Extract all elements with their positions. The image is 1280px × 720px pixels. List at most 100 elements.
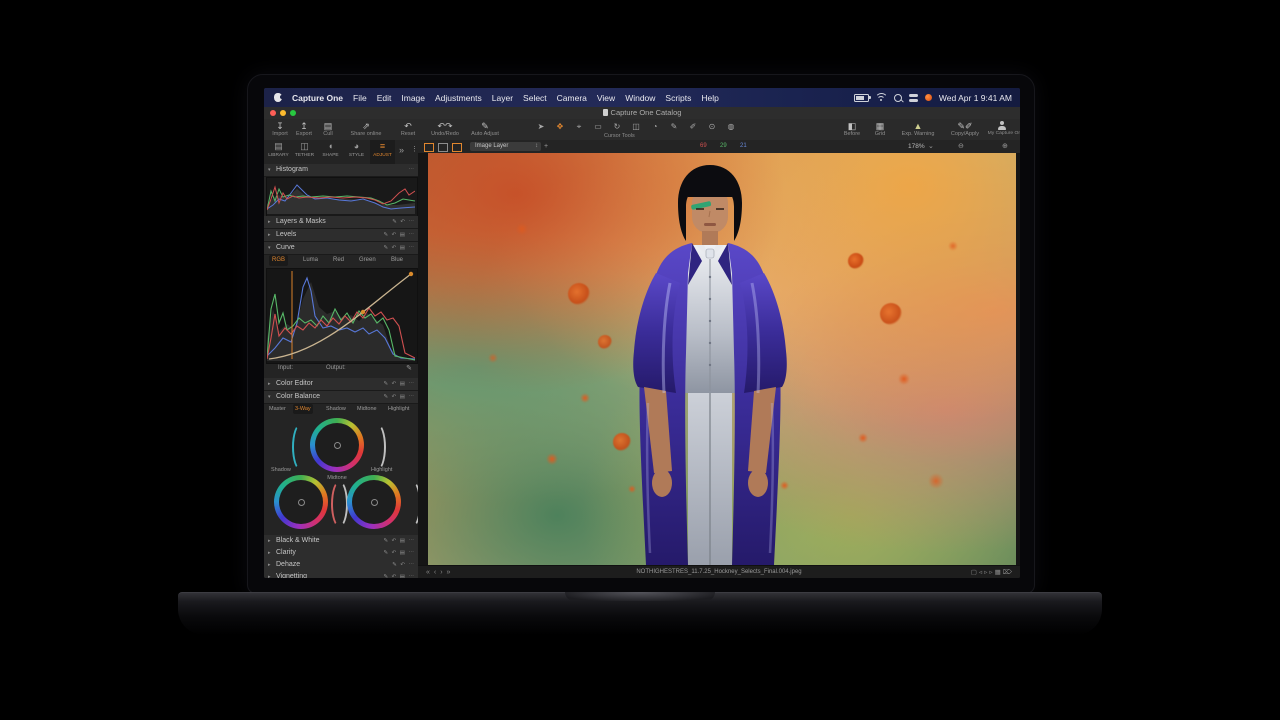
menu-item-layer[interactable]: Layer — [492, 93, 513, 103]
curve-tab-rgb[interactable]: RGB — [269, 255, 288, 266]
grid-toggle-button[interactable]: ▦ Grid — [868, 121, 892, 138]
sidebar-more-icon[interactable]: ⋮ — [411, 145, 418, 153]
panel-tool-icons[interactable]: ✎ ↶ ▤ ⋯ — [384, 547, 416, 559]
sidebar-expand-icon[interactable]: » — [399, 145, 404, 155]
cursor-tool-rotate[interactable]: ↻ — [610, 122, 624, 131]
curve-tab-blue[interactable]: Blue — [388, 255, 406, 266]
menu-item-file[interactable]: File — [353, 93, 367, 103]
zoom-level[interactable]: 178% — [908, 140, 925, 153]
cursor-tool-annotate[interactable]: ◍ — [724, 122, 738, 131]
layer-selector[interactable]: Image Layer ↕ — [470, 142, 541, 151]
export-button[interactable]: ↥ Export — [292, 121, 316, 138]
add-layer-button[interactable]: + — [544, 140, 548, 153]
curve-tab-red[interactable]: Red — [330, 255, 347, 266]
cb-tab-master[interactable]: Master — [267, 404, 288, 414]
panel-header-color-balance[interactable]: ▾ Color Balance ✎ ↶ ▤ ⋯ — [264, 391, 418, 404]
curve-tab-green[interactable]: Green — [356, 255, 379, 266]
before-toggle-button[interactable]: ◧ Before — [838, 121, 866, 138]
shadow-lightness-slider[interactable] — [264, 480, 276, 528]
curve-point-picker-icon[interactable]: ✎ — [406, 364, 412, 372]
highlight-lightness-slider[interactable] — [331, 480, 349, 528]
tab-tether[interactable]: ◫ TETHER — [292, 140, 317, 164]
apple-menu-icon[interactable] — [274, 93, 282, 102]
grid-icon: ▦ — [868, 121, 892, 131]
tab-library[interactable]: ▤ LIBRARY — [266, 140, 291, 164]
cursor-tool-loupe[interactable]: ⌖ — [572, 122, 586, 132]
battery-icon[interactable] — [854, 94, 869, 102]
panel-tool-icons[interactable]: ✎ ↶ ▤ ⋯ — [384, 229, 416, 241]
menu-item-select[interactable]: Select — [523, 93, 547, 103]
panel-tool-icons[interactable]: ✎ ↶ ▤ ⋯ — [384, 378, 416, 390]
cursor-tool-spot[interactable]: ◔ — [648, 122, 662, 131]
control-center-icon[interactable] — [909, 94, 918, 97]
midtone-wheel-cursor[interactable] — [334, 442, 341, 449]
photo-canvas[interactable] — [428, 153, 1016, 565]
cb-tab-3way[interactable]: 3-Way — [293, 404, 313, 414]
cursor-tool-pan[interactable]: ✥ — [553, 122, 567, 131]
spotlight-search-icon[interactable] — [894, 94, 902, 102]
menu-app-name[interactable]: Capture One — [292, 93, 343, 103]
cursor-tool-crop[interactable]: ▭ — [591, 122, 605, 131]
panel-header-layers-masks[interactable]: ▸ Layers & Masks ✎ ↶ ⋯ — [264, 216, 418, 229]
tab-adjust[interactable]: ≡ ADJUST — [370, 140, 395, 164]
tab-shape[interactable]: ◖ SHAPE — [318, 140, 343, 164]
cb-tab-highlight[interactable]: Highlight — [386, 404, 411, 414]
highlight-wheel-cursor[interactable] — [371, 499, 378, 506]
copy-apply-button[interactable]: ✎✐ Copy/Apply — [944, 121, 986, 138]
cursor-tool-keystone[interactable]: ◫ — [629, 122, 643, 131]
panel-header-color-editor[interactable]: ▸ Color Editor ✎ ↶ ▤ ⋯ — [264, 378, 418, 391]
panel-tool-icons[interactable]: ✎ ↶ ▤ ⋯ — [384, 571, 416, 578]
cursor-tool-pick-color[interactable]: ⊙ — [705, 122, 719, 131]
midtone-lightness-slider[interactable] — [292, 423, 310, 471]
reset-button[interactable]: ↶ Reset — [394, 121, 422, 138]
zoom-dropdown-icon[interactable]: ⌄ — [928, 140, 934, 153]
highlight-saturation-slider[interactable] — [403, 480, 419, 528]
menu-item-image[interactable]: Image — [401, 93, 425, 103]
cursor-tool-erase-mask[interactable]: ✐ — [686, 122, 700, 131]
menu-item-adjustments[interactable]: Adjustments — [435, 93, 482, 103]
panel-tool-icons[interactable]: ✎ ↶ ⋯ — [392, 216, 415, 228]
undo-redo-button[interactable]: ↶↷ Undo/Redo — [426, 121, 464, 138]
panel-tool-icons[interactable]: ✎ ↶ ▤ ⋯ — [384, 535, 416, 547]
exposure-warning-button[interactable]: ▲ Exp. Warning — [894, 121, 942, 138]
my-capture-one-button[interactable]: My Capture One — [986, 121, 1018, 137]
viewer-action-icons[interactable]: ▢◃▹▹▦⌦ — [971, 566, 1014, 578]
wifi-icon[interactable] — [876, 93, 887, 102]
share-online-button[interactable]: ⇗ Share online — [344, 121, 388, 138]
cursor-tool-pointer[interactable]: ➤ — [534, 122, 548, 131]
panel-header-vignetting[interactable]: ▸ Vignetting ✎ ↶ ▤ ⋯ — [264, 571, 418, 578]
tab-style[interactable]: ◕ STYLE — [344, 140, 369, 164]
panel-tool-icons[interactable]: ✎ ↶ ▤ ⋯ — [384, 391, 416, 403]
panel-more-icon[interactable]: ⋯ — [409, 164, 416, 176]
zoom-in-icon[interactable]: ⊕ — [1002, 140, 1008, 153]
panel-header-curve[interactable]: ▾ Curve ✎ ↶ ▤ ⋯ — [264, 242, 418, 255]
menu-item-window[interactable]: Window — [625, 93, 655, 103]
menu-item-scripts[interactable]: Scripts — [665, 93, 691, 103]
proof-view-icon[interactable] — [452, 143, 462, 152]
auto-adjust-button[interactable]: ✎ Auto Adjust — [466, 121, 504, 138]
panel-header-levels[interactable]: ▸ Levels ✎ ↶ ▤ ⋯ — [264, 229, 418, 242]
zoom-out-icon[interactable]: ⊖ — [958, 140, 964, 153]
panel-tool-icons[interactable]: ✎ ↶ ⋯ — [392, 559, 415, 571]
rgb-readout-blue: 21 — [740, 140, 747, 153]
menu-item-edit[interactable]: Edit — [377, 93, 392, 103]
multi-view-icon[interactable] — [424, 143, 434, 152]
single-view-icon[interactable] — [438, 143, 448, 152]
capture-one-menu-extra-icon[interactable] — [925, 94, 932, 101]
menu-clock[interactable]: Wed Apr 1 9:41 AM — [939, 93, 1012, 103]
cursor-tool-draw-mask[interactable]: ✎ — [667, 122, 681, 131]
powder-splash — [568, 283, 590, 305]
menu-item-view[interactable]: View — [597, 93, 615, 103]
cb-tab-midtone[interactable]: Midtone — [355, 404, 379, 414]
cull-button[interactable]: ▤ Cull — [316, 121, 340, 138]
curve-tab-luma[interactable]: Luma — [300, 255, 321, 266]
midtone-saturation-slider[interactable] — [368, 423, 386, 471]
panel-header-histogram[interactable]: ▾ Histogram ⋯ — [264, 164, 418, 177]
menu-item-camera[interactable]: Camera — [557, 93, 587, 103]
import-button[interactable]: ↧ Import — [268, 121, 292, 138]
shadow-wheel-cursor[interactable] — [298, 499, 305, 506]
curve-graph[interactable] — [266, 268, 418, 364]
menu-item-help[interactable]: Help — [701, 93, 718, 103]
cb-tab-shadow[interactable]: Shadow — [324, 404, 348, 414]
panel-tool-icons[interactable]: ✎ ↶ ▤ ⋯ — [384, 242, 416, 254]
